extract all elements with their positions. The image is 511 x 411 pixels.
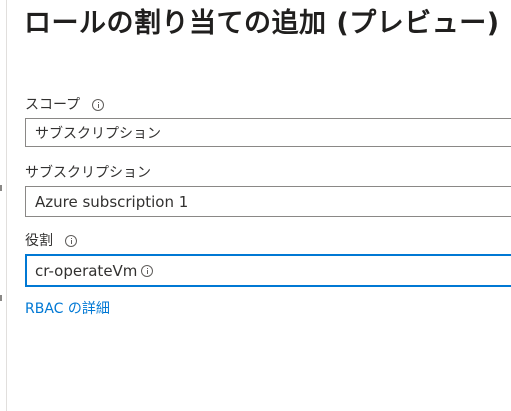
subscription-select[interactable]: Azure subscription 1 [25,186,511,217]
role-select[interactable]: cr-operateVm [25,254,511,287]
role-label-row: 役割 [25,231,77,251]
rbac-details-link[interactable]: RBAC の詳細 [25,299,110,319]
subscription-label-row: サブスクリプション [25,163,151,183]
panel-divider [6,0,7,411]
scope-label-row: スコープ [25,95,105,115]
role-label: 役割 [25,233,53,249]
info-icon[interactable] [141,264,154,277]
edge-marker [0,295,2,301]
scope-label: スコープ [25,97,81,113]
subscription-label: サブスクリプション [25,165,151,181]
edge-marker [0,185,2,191]
scope-value: サブスクリプション [35,125,161,142]
info-icon[interactable] [65,235,77,247]
blade-panel: ロールの割り当ての追加 (プレビュー) スコープ サブスクリプション サブスクリ… [0,0,511,411]
role-value: cr-operateVm [35,261,138,280]
page-title: ロールの割り当ての追加 (プレビュー) [24,8,500,39]
scope-select[interactable]: サブスクリプション [25,118,511,147]
info-icon[interactable] [92,99,105,111]
subscription-value: Azure subscription 1 [35,192,189,211]
